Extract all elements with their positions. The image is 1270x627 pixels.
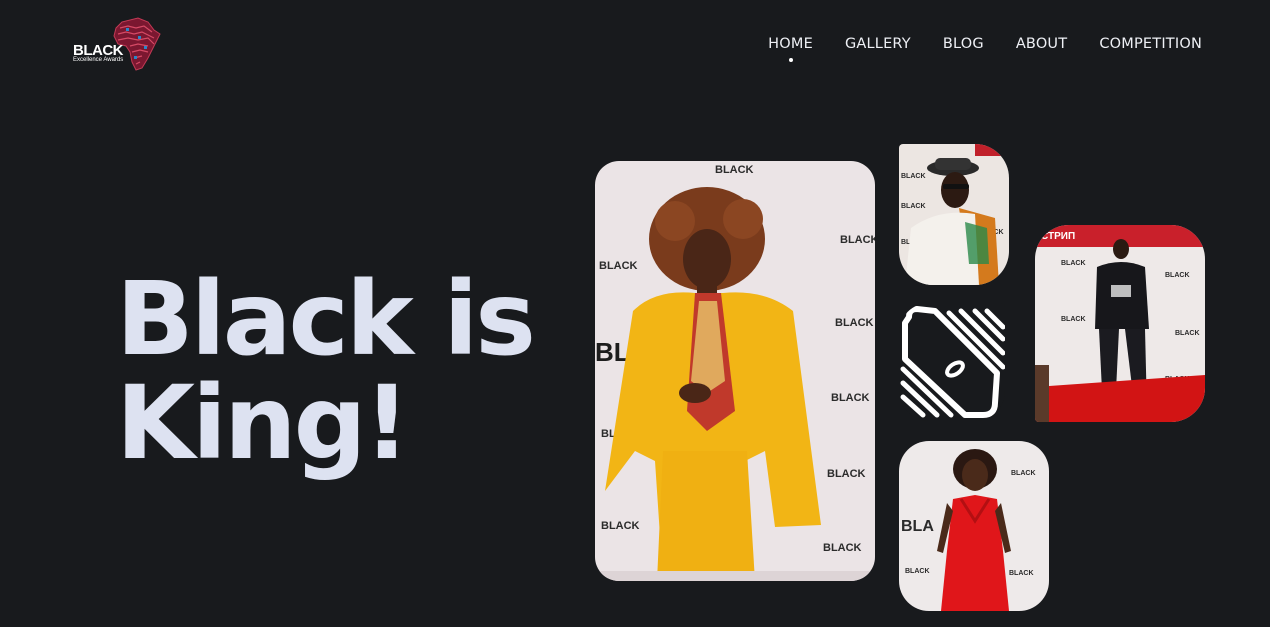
svg-text:BLACK: BLACK xyxy=(827,468,866,480)
svg-text:BLACK: BLACK xyxy=(599,260,638,272)
svg-text:BLACK: BLACK xyxy=(1165,272,1190,279)
hero-title-line-1: Black is xyxy=(116,260,536,379)
hero-title-line-2: King! xyxy=(116,364,410,483)
gallery-photo-hat-man[interactable]: BLACK BLACK BLACK BLACK xyxy=(899,144,1009,285)
svg-text:BLACK: BLACK xyxy=(1175,330,1200,337)
brand-logo[interactable]: BLACK Excellence Awards xyxy=(72,16,164,72)
svg-text:BLACK: BLACK xyxy=(1061,260,1086,267)
svg-text:BLACK: BLACK xyxy=(840,234,875,246)
nav-home[interactable]: HOME xyxy=(768,36,813,62)
nav-blog[interactable]: BLOG xyxy=(943,36,984,52)
gallery-photo-red-dress[interactable]: BLA BLACK BLACK BLACK xyxy=(899,441,1049,611)
svg-text:СТРИП: СТРИП xyxy=(1041,231,1075,242)
brand-subtitle: Excellence Awards xyxy=(73,57,124,63)
svg-text:BLACK: BLACK xyxy=(601,520,640,532)
hero-title: Black is King! xyxy=(116,268,576,476)
main-nav: HOME GALLERY BLOG ABOUT COMPETITION xyxy=(768,36,1202,62)
svg-text:BLACK: BLACK xyxy=(715,164,754,176)
svg-text:BLACK: BLACK xyxy=(901,173,926,180)
svg-text:BLACK: BLACK xyxy=(1011,470,1036,477)
svg-text:BLACK: BLACK xyxy=(901,203,926,210)
gallery-photo-red-carpet-man[interactable]: СТРИП BLACK BLACK BLACK BLACK BLACK xyxy=(1035,225,1205,422)
page: BLACK Excellence Awards HOME GALLERY BLO… xyxy=(0,0,1270,627)
svg-text:BLACK: BLACK xyxy=(835,317,874,329)
nav-gallery[interactable]: GALLERY xyxy=(845,36,911,52)
svg-text:BLACK: BLACK xyxy=(1061,316,1086,323)
svg-text:BLACK: BLACK xyxy=(823,542,862,554)
svg-text:BLACK: BLACK xyxy=(1009,570,1034,577)
svg-text:BLACK: BLACK xyxy=(831,392,870,404)
nav-about[interactable]: ABOUT xyxy=(1016,36,1068,52)
svg-text:BLACK: BLACK xyxy=(905,568,930,575)
brand-pattern-icon xyxy=(899,303,1005,421)
nav-competition[interactable]: COMPETITION xyxy=(1099,36,1202,52)
gallery-photo-yellow-suit[interactable]: BLACK BLACK BLACK BLACK BLACK BLACK BLAC… xyxy=(595,161,875,581)
svg-text:BLA: BLA xyxy=(901,518,934,535)
